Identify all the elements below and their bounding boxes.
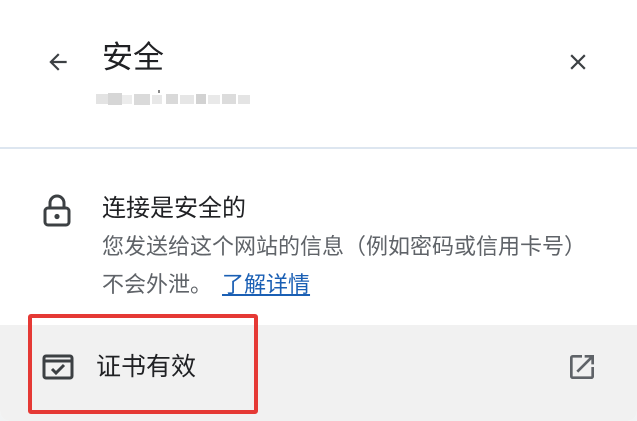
open-in-new-icon[interactable] <box>566 351 598 383</box>
certificate-label: 证书有效 <box>96 352 197 381</box>
close-button[interactable] <box>556 40 600 84</box>
certificate-valid-row[interactable]: 证书有效 <box>0 325 637 421</box>
learn-more-link[interactable]: 了解详情 <box>222 273 310 298</box>
arrow-left-icon <box>49 53 67 71</box>
certificate-icon <box>42 354 74 380</box>
connection-status-section: 连接是安全的 您发送给这个网站的信息（例如密码或信用卡号）不会外泄。 了解详情 <box>0 149 637 325</box>
connection-status-description: 您发送给这个网站的信息（例如密码或信用卡号）不会外泄。 了解详情 <box>102 229 592 305</box>
panel-header: 安全 <box>0 0 637 148</box>
site-security-panel: 安全 连接是安全的 您发送给这个网站的信息（例如密码或信用卡号）不会外泄。 了解… <box>0 0 637 421</box>
page-title: 安全 <box>102 40 164 76</box>
connection-status-title: 连接是安全的 <box>102 194 246 222</box>
description-text: 您发送给这个网站的信息（例如密码或信用卡号）不会外泄。 <box>102 235 587 298</box>
back-button[interactable] <box>36 40 80 84</box>
site-url-redacted <box>96 90 250 105</box>
close-icon <box>570 54 586 70</box>
lock-icon <box>43 194 71 227</box>
